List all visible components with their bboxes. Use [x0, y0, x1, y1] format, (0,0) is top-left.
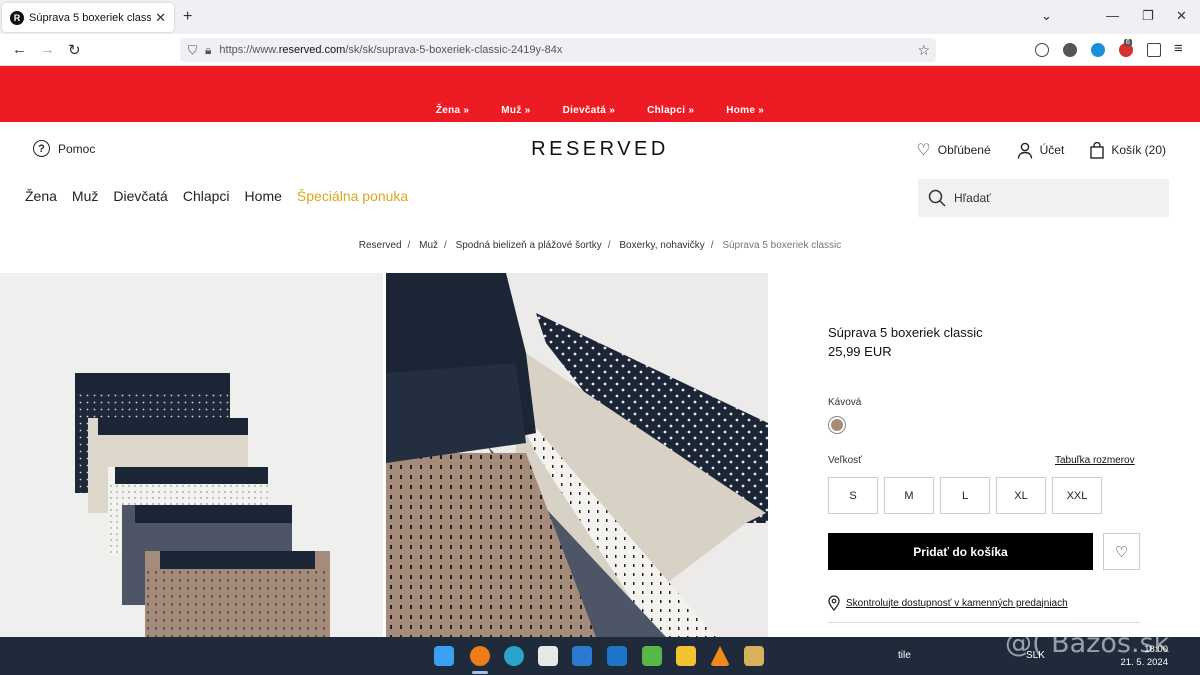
bookmark-star-icon[interactable]: ☆ [917, 42, 930, 59]
promo-link-muz[interactable]: Muž » [501, 105, 530, 116]
search-icon [928, 189, 946, 207]
promo-link-home[interactable]: Home » [726, 105, 764, 116]
url-bar[interactable]: ⛉ 🔒︎ https://www. reserved.com /sk/sk/su… [180, 38, 936, 62]
browser-tab[interactable]: R Súprava 5 boxeriek classic Farba ✕ [2, 3, 174, 32]
cart-label: Košík (20) [1111, 143, 1166, 157]
size-label: Veľkosť [828, 455, 862, 466]
menu-hamburger-icon[interactable]: ≡ [1174, 40, 1183, 57]
availability-label: Skontrolujte dostupnosť v kamenných pred… [846, 597, 1068, 609]
breadcrumb-muz[interactable]: Muž [419, 240, 438, 251]
url-prefix: https://www. [219, 44, 279, 56]
breadcrumb-reserved[interactable]: Reserved [359, 240, 402, 251]
heart-icon: ♡ [916, 142, 931, 159]
user-icon [1017, 142, 1032, 159]
swatch-fill [831, 419, 843, 431]
promo-links: Žena » Muž » Dievčatá » Chlapci » Home » [0, 105, 1200, 116]
app-tools-icon[interactable] [744, 646, 764, 666]
divider [828, 622, 1140, 623]
edge-icon[interactable] [504, 646, 524, 666]
restore-icon[interactable]: ❐ [1142, 8, 1154, 24]
browser-tab-bar: R Súprava 5 boxeriek classic Farba ✕ + ⌄… [0, 0, 1200, 34]
new-tab-icon[interactable]: + [183, 8, 192, 26]
account-label: Účet [1039, 143, 1065, 157]
reserved-favicon-icon: R [10, 10, 24, 25]
tab-title: Súprava 5 boxeriek classic Farba [29, 11, 152, 24]
product-title: Súprava 5 boxeriek classic [828, 325, 983, 340]
account-link[interactable]: Účet [1017, 142, 1065, 159]
size-table-link[interactable]: Tabuľka rozmerov [1055, 455, 1135, 466]
nav-muz[interactable]: Muž [72, 188, 98, 204]
nav-special-offer[interactable]: Špeciálna ponuka [297, 188, 408, 204]
promo-link-chlapci[interactable]: Chlapci » [647, 105, 694, 116]
firefox-icon[interactable] [470, 646, 490, 666]
promo-link-zena[interactable]: Žena » [436, 105, 469, 116]
promo-link-dievcata[interactable]: Dievčatá » [563, 105, 615, 116]
windows-start-icon[interactable] [434, 646, 454, 666]
minimize-icon[interactable]: — [1106, 8, 1119, 23]
app-icon[interactable] [572, 646, 592, 666]
product-price: 25,99 EUR [828, 344, 892, 359]
url-path: /sk/sk/suprava-5-boxeriek-classic-2419y-… [345, 44, 563, 56]
breadcrumb-boxers[interactable]: Boxerky, nohavičky [619, 240, 704, 251]
header-actions: ♡ Obľúbené Účet Košík (20) [916, 140, 1166, 160]
favorites-label: Obľúbené [937, 143, 991, 157]
vlc-icon[interactable] [710, 646, 730, 666]
tab-list-chevron-icon[interactable]: ⌄ [1041, 8, 1052, 24]
browser-nav-bar: ← → ↻ ⛉ 🔒︎ https://www. reserved.com /sk… [0, 34, 1200, 66]
color-swatch[interactable] [828, 416, 846, 434]
search-input[interactable]: Hľadať [918, 179, 1169, 217]
nav-home[interactable]: Home [245, 188, 282, 204]
active-app-indicator [472, 671, 488, 674]
store-icon[interactable] [538, 646, 558, 666]
breadcrumb: Reserved / Muž / Spodná bielizeň a plážové… [358, 240, 842, 251]
reload-icon[interactable]: ↻ [68, 41, 81, 59]
file-explorer-icon[interactable] [676, 646, 696, 666]
mail-icon[interactable] [607, 646, 627, 666]
location-pin-icon [828, 595, 840, 611]
add-to-cart-button[interactable]: Pridať do košíka [828, 533, 1093, 570]
account-icon[interactable] [1063, 43, 1077, 57]
close-tab-icon[interactable]: ✕ [155, 10, 166, 26]
cart-link[interactable]: Košík (20) [1090, 141, 1166, 159]
extension-badge: 6 [1124, 39, 1132, 46]
product-image-detail[interactable] [386, 273, 768, 637]
favorites-link[interactable]: ♡ Obľúbené [916, 140, 990, 160]
shield-icon[interactable]: ⛉ [188, 43, 197, 58]
breadcrumb-underwear[interactable]: Spodná bielizeň a plážové šortky [456, 240, 602, 251]
back-icon[interactable]: ← [12, 41, 27, 58]
add-to-favorites-button[interactable]: ♡ [1103, 533, 1140, 570]
size-option-m[interactable]: M [884, 477, 934, 514]
nav-chlapci[interactable]: Chlapci [183, 188, 230, 204]
forward-icon[interactable]: → [40, 41, 55, 58]
category-nav: Žena Muž Dievčatá Chlapci Home Špeciálna… [25, 188, 408, 204]
size-option-xxl[interactable]: XXL [1052, 477, 1102, 514]
promo-banner: Žena » Muž » Dievčatá » Chlapci » Home » [0, 66, 1200, 122]
heart-icon: ♡ [1114, 543, 1129, 561]
nav-zena[interactable]: Žena [25, 188, 57, 204]
color-label: Kávová [828, 397, 862, 408]
store-availability-link[interactable]: Skontrolujte dostupnosť v kamenných pred… [828, 595, 1068, 611]
url-domain: reserved.com [278, 44, 346, 56]
site-header: ? Pomoc RESERVED ♡ Obľúbené Účet Košík (… [0, 122, 1200, 222]
breadcrumb-current: Súprava 5 boxeriek classic [722, 240, 842, 251]
app-green-icon[interactable] [642, 646, 662, 666]
search-placeholder: Hľadať [954, 191, 991, 205]
bazos-watermark: @( Bazos.sk [1005, 628, 1170, 659]
shopping-bag-icon [1090, 141, 1105, 159]
nav-dievcata[interactable]: Dievčatá [113, 188, 167, 204]
lock-icon[interactable]: 🔒︎ [205, 43, 211, 58]
size-option-s[interactable]: S [828, 477, 878, 514]
tray-label[interactable]: tile [898, 650, 911, 661]
size-option-xl[interactable]: XL [996, 477, 1046, 514]
size-option-l[interactable]: L [940, 477, 990, 514]
extension-blue-icon[interactable] [1091, 43, 1105, 57]
pocket-icon[interactable] [1035, 43, 1049, 57]
size-selector: S M L XL XXL [828, 477, 1102, 514]
window-close-icon[interactable]: ✕ [1176, 8, 1187, 24]
extensions-puzzle-icon[interactable] [1147, 43, 1161, 57]
product-image-main[interactable] [0, 273, 383, 637]
